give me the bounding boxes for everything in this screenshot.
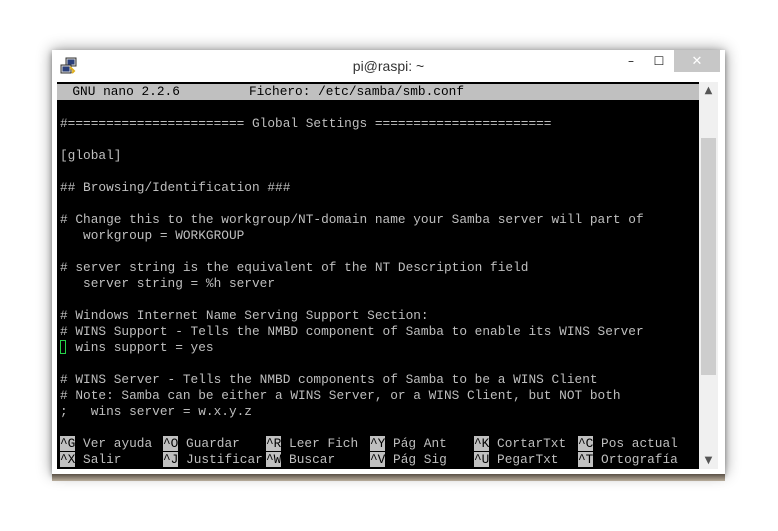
shortcut-label: PegarTxt	[497, 452, 559, 467]
file-line: #======================= Global Settings…	[60, 116, 552, 131]
shortcut-exit[interactable]: ^X Salir	[60, 452, 121, 468]
desktop-background-strip	[52, 474, 725, 481]
shortcut-spell[interactable]: ^T Ortografía	[578, 452, 678, 468]
file-line: # Note: Samba can be either a WINS Serve…	[60, 388, 621, 403]
shortcut-label: Justificar	[186, 452, 263, 467]
maximize-button[interactable]: ☐	[646, 50, 672, 72]
shortcut-search[interactable]: ^W Buscar	[266, 452, 335, 468]
file-line	[60, 164, 699, 180]
file-line: # server string is the equivalent of the…	[60, 260, 529, 275]
scroll-up-icon[interactable]: ▲	[699, 82, 718, 99]
scroll-down-icon[interactable]: ▼	[699, 452, 718, 469]
shortcut-label: CortarTxt	[497, 436, 567, 451]
shortcut-label: Guardar	[186, 436, 240, 451]
shortcut-row-2: ^X Salir ^J Justificar ^W Buscar ^V Pág …	[60, 452, 699, 468]
shortcut-label: Ver ayuda	[83, 436, 153, 451]
terminal-screen[interactable]: GNU nano 2.2.6 Fichero: /etc/samba/smb.c…	[57, 82, 699, 469]
shortcut-label: Buscar	[289, 452, 336, 467]
vertical-scrollbar[interactable]: ▲ ▼	[699, 82, 718, 469]
shortcut-key: ^W	[266, 452, 282, 467]
nano-header: GNU nano 2.2.6 Fichero: /etc/samba/smb.c…	[57, 84, 699, 100]
shortcut-help[interactable]: ^G Ver ayuda	[60, 436, 152, 452]
shortcut-key: ^X	[60, 452, 76, 467]
minimize-button[interactable]: –	[618, 50, 644, 72]
scrollbar-thumb[interactable]	[701, 138, 716, 375]
shortcut-label: Salir	[83, 452, 122, 467]
shortcut-label: Ortografía	[601, 452, 678, 467]
shortcut-save[interactable]: ^O Guardar	[163, 436, 240, 452]
file-line: # Change this to the workgroup/NT-domain…	[60, 212, 644, 227]
shortcut-label: Pág Sig	[393, 452, 447, 467]
shortcut-cur-pos[interactable]: ^C Pos actual	[578, 436, 678, 452]
file-line	[60, 356, 699, 372]
shortcut-paste-text[interactable]: ^U PegarTxt	[474, 452, 558, 468]
shortcut-key: ^U	[474, 452, 490, 467]
title-bar[interactable]: pi@raspi: ~ – ☐ ✕	[52, 50, 725, 82]
shortcut-label: Leer Fich	[289, 436, 359, 451]
file-line: ## Browsing/Identification ###	[60, 180, 291, 195]
shortcut-prev-page[interactable]: ^Y Pág Ant	[370, 436, 447, 452]
shortcut-key: ^Y	[370, 436, 386, 451]
shortcut-key: ^G	[60, 436, 76, 451]
terminal-window: pi@raspi: ~ – ☐ ✕ GNU nano 2.2.6 Fichero…	[52, 50, 725, 474]
shortcut-key: ^V	[370, 452, 386, 467]
file-line	[60, 132, 699, 148]
shortcut-row-1: ^G Ver ayuda ^O Guardar ^R Leer Fich ^Y …	[60, 436, 699, 452]
shortcut-key: ^R	[266, 436, 282, 451]
shortcut-key: ^C	[578, 436, 594, 451]
file-line: ; wins server = w.x.y.z	[60, 404, 252, 419]
file-line: # WINS Server - Tells the NMBD component…	[60, 372, 598, 387]
shortcut-read-file[interactable]: ^R Leer Fich	[266, 436, 358, 452]
shortcut-next-page[interactable]: ^V Pág Sig	[370, 452, 447, 468]
shortcut-cut-text[interactable]: ^K CortarTxt	[474, 436, 566, 452]
file-line: # Windows Internet Name Serving Support …	[60, 308, 429, 323]
file-line: wins support = yes	[60, 340, 214, 355]
file-line	[60, 244, 699, 260]
shortcut-key: ^O	[163, 436, 179, 451]
close-button[interactable]: ✕	[674, 50, 720, 72]
shortcut-key: ^T	[578, 452, 594, 467]
shortcut-key: ^J	[163, 452, 179, 467]
file-line: workgroup = WORKGROUP	[60, 228, 245, 243]
shortcut-key: ^K	[474, 436, 490, 451]
shortcut-label: Pág Ant	[393, 436, 447, 451]
shortcut-justify[interactable]: ^J Justificar	[163, 452, 263, 468]
text-cursor	[60, 340, 66, 354]
shortcut-label: Pos actual	[601, 436, 678, 451]
file-line	[60, 196, 699, 212]
file-line: [global]	[60, 148, 122, 163]
file-line	[60, 292, 699, 308]
file-line: # WINS Support - Tells the NMBD componen…	[60, 324, 644, 339]
file-line: server string = %h server	[60, 276, 276, 291]
